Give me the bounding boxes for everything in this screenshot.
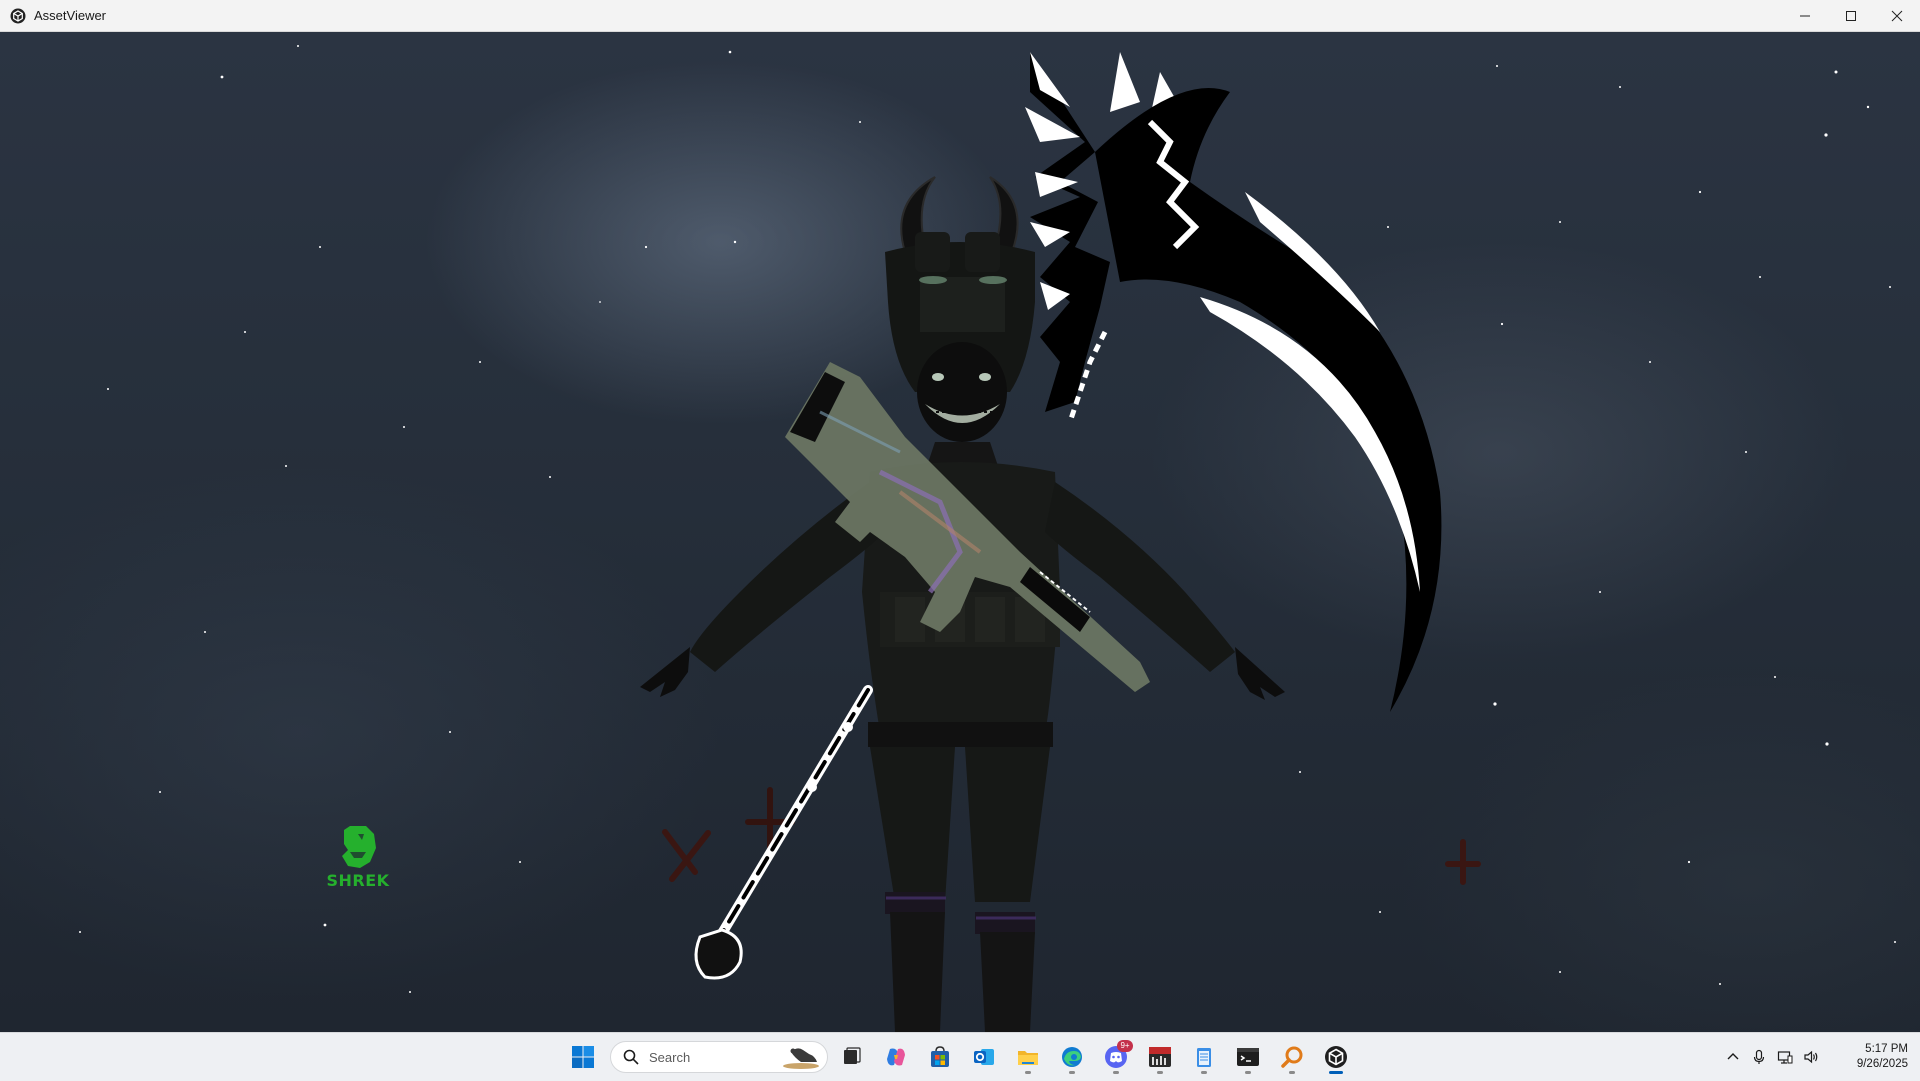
clock-date: 9/26/2025	[1856, 1058, 1908, 1070]
task-view-icon	[844, 1047, 861, 1064]
magnifier-icon	[1281, 1046, 1303, 1068]
running-indicator	[1025, 1071, 1031, 1074]
windows-logo-icon	[572, 1046, 594, 1068]
taskbar-app-search-tool[interactable]	[1272, 1039, 1312, 1075]
volume-icon	[1804, 1050, 1818, 1064]
taskbar-app-discord[interactable]: 9+	[1096, 1039, 1136, 1075]
show-hidden-icons-button[interactable]	[1720, 1039, 1746, 1075]
running-indicator	[1157, 1071, 1163, 1074]
window-controls	[1782, 0, 1920, 31]
running-indicator	[1113, 1071, 1119, 1074]
notification-badge: 9+	[1117, 1040, 1133, 1052]
taskbar-app-edge[interactable]	[1052, 1039, 1092, 1075]
taskbar: Search 9+ 5:17 PM 9/26/2025	[0, 1032, 1920, 1081]
taskbar-app-assetviewer[interactable]	[1316, 1039, 1356, 1075]
system-tray	[1720, 1039, 1824, 1075]
bone-staff	[694, 685, 873, 980]
network-button[interactable]	[1772, 1039, 1798, 1075]
microphone-button[interactable]	[1746, 1039, 1772, 1075]
shrek-logo: SHREK	[322, 822, 394, 890]
running-indicator	[1069, 1071, 1075, 1074]
maximize-button[interactable]	[1828, 0, 1874, 31]
maximize-icon	[1846, 10, 1856, 21]
scythe	[1025, 52, 1442, 712]
assetviewer-icon	[1325, 1046, 1347, 1068]
voicemeeter-icon	[1149, 1047, 1171, 1067]
search-icon	[623, 1049, 639, 1065]
title-bar: AssetViewer	[0, 0, 1920, 32]
running-indicator	[1245, 1071, 1251, 1074]
minimize-button[interactable]	[1782, 0, 1828, 31]
start-button[interactable]	[568, 1042, 598, 1072]
taskbar-app-file-explorer[interactable]	[1008, 1039, 1048, 1075]
scene-render	[79, 45, 1896, 1032]
search-highlight-icon	[783, 1048, 819, 1069]
ogre-head-icon	[342, 826, 376, 868]
taskbar-app-outlook[interactable]	[964, 1039, 1004, 1075]
microphone-icon	[1753, 1049, 1765, 1064]
taskbar-app-copilot[interactable]	[876, 1039, 916, 1075]
window-title: AssetViewer	[34, 8, 107, 23]
logo-text: SHREK	[326, 871, 390, 890]
notepad-icon	[1197, 1048, 1211, 1067]
asset-viewport[interactable]: SHREK	[0, 32, 1920, 1032]
clock[interactable]: 5:17 PM 9/26/2025	[1838, 1042, 1908, 1072]
edge-icon	[1062, 1047, 1082, 1067]
assetviewer-app-icon	[10, 8, 26, 23]
running-indicator	[1201, 1071, 1207, 1074]
taskbar-app-notepad[interactable]	[1184, 1039, 1224, 1075]
clock-time: 5:17 PM	[1865, 1043, 1908, 1055]
taskbar-app-terminal[interactable]	[1228, 1039, 1268, 1075]
store-icon	[931, 1046, 949, 1067]
running-indicator	[1289, 1071, 1295, 1074]
taskbar-apps: 9+	[832, 1039, 1360, 1075]
close-button[interactable]	[1874, 0, 1920, 31]
active-indicator	[1329, 1071, 1343, 1074]
network-icon	[1777, 1051, 1793, 1064]
minimize-icon	[1800, 15, 1810, 16]
copilot-icon	[887, 1048, 905, 1066]
taskbar-app-store[interactable]	[920, 1039, 960, 1075]
outlook-icon	[974, 1049, 994, 1065]
taskbar-app-task-view[interactable]	[832, 1039, 872, 1075]
close-icon	[1891, 10, 1903, 21]
inverted-crosses	[662, 787, 1481, 885]
volume-button[interactable]	[1798, 1039, 1824, 1075]
terminal-icon	[1237, 1048, 1259, 1066]
taskbar-app-voicemeeter[interactable]	[1140, 1039, 1180, 1075]
search-placeholder: Search	[649, 1049, 691, 1065]
chevron-up-icon	[1727, 1053, 1739, 1060]
folder-icon	[1018, 1051, 1038, 1065]
taskbar-search-box[interactable]: Search	[610, 1041, 828, 1073]
